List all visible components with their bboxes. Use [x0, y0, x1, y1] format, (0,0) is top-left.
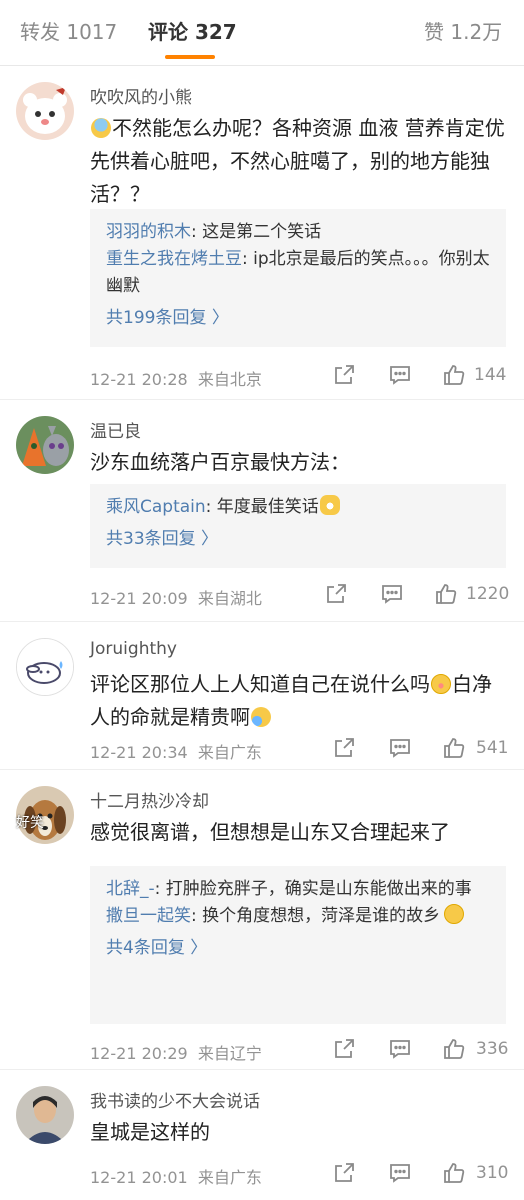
comment-item: 我书读的少不大会说话 皇城是这样的 12-21 20:01 来自广东 310 [0, 1070, 524, 1200]
thumbs-up-icon[interactable] [442, 1161, 466, 1185]
share-icon[interactable] [332, 363, 356, 387]
thumbs-up-icon[interactable] [434, 582, 458, 606]
comment-location: 来自广东 [197, 743, 262, 762]
comment-actions: 541 [330, 736, 510, 764]
active-tab-indicator [165, 55, 215, 59]
reply-line: 重生之我在烤土豆: ip北京是最后的笑点。。。你别太幽默 [106, 246, 490, 300]
reply-preview-box[interactable]: 北辞_-: 打肿脸充胖子，确实是山东能做出来的事 撒旦一起笑: 换个角度想想，菏… [90, 866, 506, 1024]
share-icon[interactable] [332, 736, 356, 760]
more-replies-link[interactable]: 共33条回复 〉 [106, 526, 490, 553]
cat-emoji-icon [319, 495, 340, 515]
comment-author[interactable]: 吹吹风的小熊 [90, 83, 192, 108]
like-count: 336 [476, 1039, 509, 1059]
comment-actions: 336 [330, 1037, 510, 1065]
avatar[interactable] [16, 638, 74, 696]
reply-text: : 年度最佳笑话 [205, 497, 319, 517]
comment-author[interactable]: Joruighthy [90, 639, 177, 659]
comment-item: 好笑 十二月热沙冷却 感觉很离谱，但想想是山东又合理起来了 北辞_-: 打肿脸充… [0, 770, 524, 1070]
comment-icon[interactable] [388, 363, 412, 387]
more-replies-link[interactable]: 共4条回复 〉 [106, 935, 490, 962]
tab-repost[interactable]: 转发 1017 [20, 16, 117, 45]
comment-time: 12-21 20:28 [90, 370, 188, 389]
reply-line: 撒旦一起笑: 换个角度想想，菏泽是谁的故乡 [106, 903, 490, 930]
flushed-emoji-icon [431, 674, 451, 694]
reply-line: 乘风Captain: 年度最佳笑话 [106, 494, 490, 521]
reply-user[interactable]: 乘风Captain [106, 497, 206, 517]
avatar-caption: 好笑 [16, 815, 44, 831]
like-count: 144 [474, 365, 507, 385]
tab-comments[interactable]: 评论 327 [148, 16, 237, 45]
reply-text: : 这是第二个笑话 [191, 222, 322, 242]
reply-line: 羽羽的积木: 这是第二个笑话 [106, 219, 490, 246]
comment-author[interactable]: 十二月热沙冷却 [90, 787, 209, 812]
comment-location: 来自广东 [197, 1168, 262, 1187]
comment-time: 12-21 20:01 [90, 1168, 188, 1187]
reply-user[interactable]: 羽羽的积木 [106, 222, 191, 242]
avatar[interactable] [16, 416, 74, 474]
tab-likes[interactable]: 赞 1.2万 [424, 16, 502, 45]
comment-icon[interactable] [388, 736, 412, 760]
comment-time: 12-21 20:09 [90, 589, 188, 608]
reply-user[interactable]: 北辞_- [106, 879, 155, 899]
reply-text: : 打肿脸充胖子，确实是山东能做出来的事 [154, 879, 472, 899]
comment-text-content: 不然能怎么办呢？各种资源 血液 营养肯定优先供着心脏吧，不然心脏噶了，别的地方能… [90, 116, 505, 206]
fear-emoji-icon [91, 118, 111, 138]
comment-icon[interactable] [388, 1161, 412, 1185]
comment-meta: 12-21 20:01 来自广东 [90, 1164, 262, 1188]
reply-text: : 换个角度想想，菏泽是谁的故乡 [191, 906, 441, 926]
comment-text: 感觉很离谱，但想想是山东又合理起来了 [90, 820, 450, 844]
thumbs-up-icon[interactable] [442, 363, 466, 387]
comment-icon[interactable] [388, 1037, 412, 1061]
share-icon[interactable] [332, 1161, 356, 1185]
comment-text: 沙东血统落户百京最快方法： [90, 450, 350, 474]
comment-time: 12-21 20:29 [90, 1044, 188, 1063]
thumbs-up-icon[interactable] [442, 1037, 466, 1061]
thumbs-up-icon[interactable] [442, 736, 466, 760]
comment-item: 吹吹风的小熊 不然能怎么办呢？各种资源 血液 营养肯定优先供着心脏吧，不然心脏噶… [0, 66, 524, 400]
comment-location: 来自辽宁 [197, 1044, 262, 1063]
comment-meta: 12-21 20:09 来自湖北 [90, 585, 262, 609]
comment-text: 皇城是这样的 [90, 1120, 210, 1144]
like-count: 541 [476, 738, 509, 758]
comment-text-content: 评论区那位人上人知道自己在说什么吗 [90, 672, 430, 696]
avatar[interactable] [16, 1086, 74, 1144]
comment-meta: 12-21 20:28 来自北京 [90, 366, 262, 390]
comment-text: 不然能怎么办呢？各种资源 血液 营养肯定优先供着心脏吧，不然心脏噶了，别的地方能… [90, 112, 510, 211]
comment-icon[interactable] [380, 582, 404, 606]
comment-meta: 12-21 20:29 来自辽宁 [90, 1040, 262, 1064]
more-replies-link[interactable]: 共199条回复 〉 [106, 305, 490, 332]
avatar[interactable] [16, 82, 74, 140]
smile-emoji-icon [444, 904, 465, 924]
comment-author[interactable]: 温已良 [90, 417, 141, 442]
comment-location: 来自湖北 [197, 589, 262, 608]
like-count: 1220 [466, 584, 510, 604]
comment-time: 12-21 20:34 [90, 743, 188, 762]
reply-preview-box[interactable]: 羽羽的积木: 这是第二个笑话 重生之我在烤土豆: ip北京是最后的笑点。。。你别… [90, 209, 506, 347]
tab-bar: 转发 1017 评论 327 赞 1.2万 [0, 0, 524, 66]
comment-text: 评论区那位人上人知道自己在说什么吗 白净人的命就是精贵啊 [90, 668, 510, 734]
like-count: 310 [476, 1163, 509, 1183]
comment-meta: 12-21 20:34 来自广东 [90, 739, 262, 763]
comment-location: 来自北京 [197, 370, 262, 389]
sweat-emoji-icon [251, 707, 271, 727]
reply-preview-box[interactable]: 乘风Captain: 年度最佳笑话 共33条回复 〉 [90, 484, 506, 568]
reply-line: 北辞_-: 打肿脸充胖子，确实是山东能做出来的事 [106, 876, 490, 903]
comment-actions: 310 [330, 1161, 510, 1189]
comment-author[interactable]: 我书读的少不大会说话 [90, 1087, 260, 1112]
comment-item: 温已良 沙东血统落户百京最快方法： 乘风Captain: 年度最佳笑话 共33条… [0, 400, 524, 622]
comment-item: Joruighthy 评论区那位人上人知道自己在说什么吗 白净人的命就是精贵啊 1… [0, 622, 524, 770]
reply-user[interactable]: 重生之我在烤土豆 [106, 249, 242, 269]
comment-actions: 1220 [327, 582, 510, 610]
share-icon[interactable] [324, 582, 348, 606]
share-icon[interactable] [332, 1037, 356, 1061]
comment-actions: 144 [330, 363, 510, 391]
reply-user[interactable]: 撒旦一起笑 [106, 906, 191, 926]
